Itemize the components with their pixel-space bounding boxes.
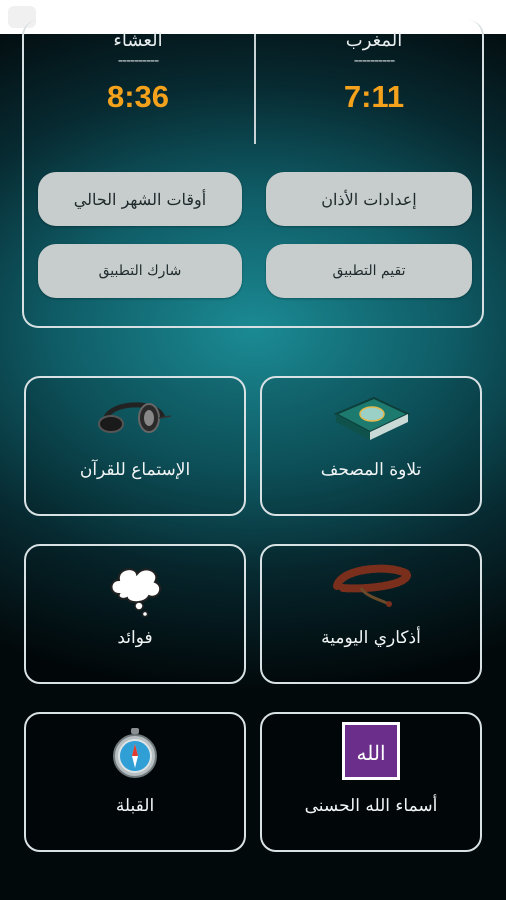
tile-label: فوائد [117, 628, 153, 648]
asma-husna-tile[interactable]: الله أسماء الله الحسنى [260, 712, 482, 852]
prayer-isha: العشاء ---------- 8:36 [38, 30, 238, 115]
adhan-settings-button[interactable]: إعدادات الأذان [266, 172, 472, 226]
listen-quran-tile[interactable]: الإستماع للقرآن [24, 376, 246, 516]
share-app-button[interactable]: شارك التطبيق [38, 244, 242, 298]
tile-label: أذكاري اليومية [321, 628, 421, 648]
tile-label: القبلة [115, 796, 155, 816]
prayer-separator: ---------- [353, 53, 396, 69]
month-times-button[interactable]: أوقات الشهر الحالي [38, 172, 242, 226]
compass-icon [111, 728, 159, 784]
prayer-times-card: العشاء ---------- 8:36 المغرب ----------… [22, 20, 484, 328]
tile-label: أسماء الله الحسنى [304, 796, 438, 816]
tile-label: الإستماع للقرآن [79, 460, 191, 480]
prayer-beads-icon [331, 560, 411, 612]
thought-bubble-icon [105, 560, 165, 622]
tile-label: تلاوة المصحف [320, 460, 422, 480]
prayer-maghrib: المغرب ---------- 7:11 [274, 30, 474, 115]
rate-app-button[interactable]: تقيم التطبيق [266, 244, 472, 298]
mushaf-tile[interactable]: تلاوة المصحف [260, 376, 482, 516]
prayer-time: 7:11 [343, 79, 405, 114]
benefits-tile[interactable]: فوائد [24, 544, 246, 684]
prayer-separator: ---------- [117, 53, 160, 69]
headphones-icon [97, 392, 173, 444]
prayer-name: العشاء [113, 30, 163, 51]
prayer-time: 8:36 [106, 79, 170, 114]
quran-book-icon [330, 392, 412, 446]
allah-calligraphy-icon: الله [342, 722, 400, 784]
column-divider [254, 34, 256, 144]
azkar-tile[interactable]: أذكاري اليومية [260, 544, 482, 684]
prayer-name: المغرب [345, 30, 403, 51]
allah-text: الله [357, 741, 386, 765]
qibla-tile[interactable]: القبلة [24, 712, 246, 852]
